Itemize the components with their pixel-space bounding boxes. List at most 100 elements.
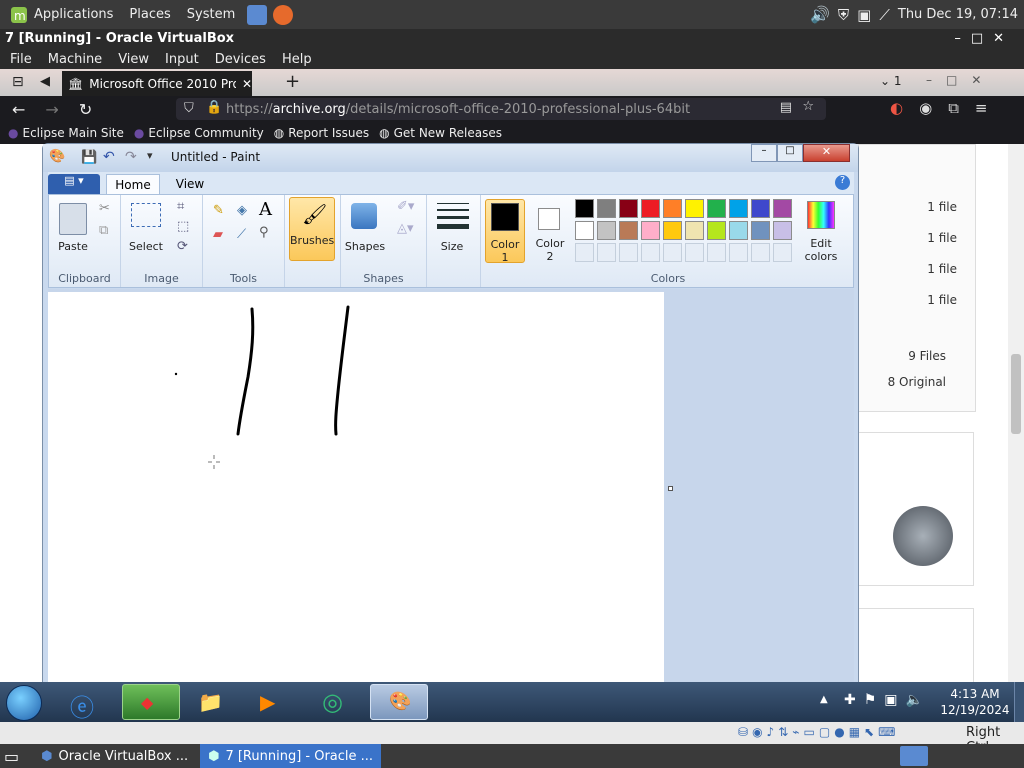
avatar[interactable]	[893, 506, 953, 566]
resize-handle[interactable]	[668, 486, 673, 491]
palette-swatch[interactable]	[751, 221, 770, 240]
select-icon[interactable]	[131, 203, 161, 227]
vbox-window-controls[interactable]: –□✕	[954, 29, 1014, 49]
resize-icon[interactable]: ⬚	[177, 219, 189, 234]
size-icon[interactable]	[437, 203, 469, 229]
tab-count-badge[interactable]: ⌄ 1	[880, 74, 902, 88]
places-menu[interactable]: Places	[129, 7, 170, 22]
show-hidden-icons[interactable]: ▲	[820, 694, 828, 705]
palette-swatch[interactable]	[707, 221, 726, 240]
size-button[interactable]: Size	[431, 240, 473, 253]
fill-shape-icon[interactable]: ◬▾	[397, 221, 414, 236]
palette-swatch[interactable]	[663, 199, 682, 218]
hamburger-menu-icon[interactable]: ≡	[975, 99, 988, 117]
palette-swatch[interactable]	[685, 199, 704, 218]
custom-color-slot[interactable]	[597, 243, 616, 262]
network-icon[interactable]: ▣	[884, 692, 897, 708]
scrollbar-thumb[interactable]	[1011, 354, 1021, 434]
magnifier-icon[interactable]: ⚲	[259, 225, 269, 240]
maximize-button[interactable]: □	[777, 144, 803, 162]
files-original[interactable]: 8 Original	[888, 375, 946, 389]
files-total[interactable]: 9 Files	[908, 349, 946, 363]
custom-color-slot[interactable]	[751, 243, 770, 262]
palette-swatch[interactable]	[773, 221, 792, 240]
eraser-icon[interactable]: ▰	[213, 227, 223, 242]
bookmark-eclipse-community[interactable]: ● Eclipse Community	[134, 126, 264, 140]
save-icon[interactable]: 💾	[81, 150, 97, 165]
reload-icon[interactable]: ↻	[79, 100, 92, 119]
taskbar-item-virtualbox[interactable]: ⬢ Oracle VirtualBox ...	[33, 744, 196, 768]
color2-button[interactable]: Color 2	[531, 199, 571, 263]
palette-swatch[interactable]	[773, 199, 792, 218]
paint-app-icon[interactable]: 🎨	[49, 149, 65, 164]
media-player-icon[interactable]: ▶	[260, 690, 275, 714]
pencil-icon[interactable]: ✎	[213, 203, 224, 218]
shared-folders-icon[interactable]: ▭	[804, 725, 815, 739]
network-status-icon[interactable]: ⇅	[778, 725, 788, 739]
clock[interactable]: Thu Dec 19, 07:14	[898, 7, 1018, 22]
menu-file[interactable]: File	[10, 52, 32, 67]
palette-swatch[interactable]	[641, 221, 660, 240]
extension-icon[interactable]: ◐	[890, 99, 903, 117]
file-row-count[interactable]: 1 file	[862, 231, 957, 245]
browser-window-controls[interactable]: –□✕	[926, 73, 995, 87]
copy-icon[interactable]: ⧉	[99, 223, 108, 238]
launcher-icon[interactable]	[247, 4, 268, 25]
firefox-launcher-icon[interactable]	[273, 4, 294, 25]
file-row-count[interactable]: 1 file	[862, 293, 957, 307]
action-center-icon[interactable]: ⚑	[864, 692, 877, 708]
forward-icon[interactable]: →	[45, 100, 58, 119]
palette-swatch[interactable]	[619, 199, 638, 218]
menu-help[interactable]: Help	[282, 52, 312, 67]
cpu-icon[interactable]: ▦	[849, 725, 860, 739]
select-button[interactable]: Select	[125, 240, 167, 253]
palette-swatch[interactable]	[619, 221, 638, 240]
palette-swatch[interactable]	[575, 199, 594, 218]
palette-swatch[interactable]	[575, 221, 594, 240]
crop-icon[interactable]: ⌗	[177, 199, 184, 214]
start-button[interactable]	[6, 685, 42, 721]
menu-input[interactable]: Input	[165, 52, 199, 67]
shield-icon[interactable]: ⛨	[838, 6, 849, 24]
tab-close-icon[interactable]: ✕	[242, 77, 252, 91]
undo-icon[interactable]: ↶	[103, 149, 115, 165]
url-field[interactable]: ⛉ 🔒 https://archive.org/details/microsof…	[176, 98, 826, 120]
reader-view-icon[interactable]: ▤	[780, 100, 792, 115]
tracking-shield-icon[interactable]: ⛉	[184, 101, 194, 116]
custom-color-slot[interactable]	[685, 243, 704, 262]
bookmark-get-new-releases[interactable]: ◍ Get New Releases	[379, 126, 502, 140]
drawing-canvas[interactable]	[48, 292, 673, 684]
internet-explorer-icon[interactable]: ⓔ	[70, 688, 94, 723]
cut-icon[interactable]: ✂	[99, 201, 110, 216]
applications-menu[interactable]: m Applications	[10, 6, 113, 24]
keyboard-icon[interactable]: ⌨	[878, 725, 895, 739]
audio-icon[interactable]: ♪	[767, 725, 775, 739]
taskbar-app-active[interactable]: ◆	[122, 684, 180, 720]
taskbar-paint[interactable]: 🎨	[370, 684, 428, 720]
palette-swatch[interactable]	[597, 221, 616, 240]
help-icon[interactable]: ?	[835, 175, 850, 190]
tab-archive[interactable]: 🏛 Microsoft Office 2010 Profes ✕	[62, 71, 252, 96]
custom-color-slot[interactable]	[619, 243, 638, 262]
color-picker-icon[interactable]: ⟋	[237, 227, 246, 242]
fill-icon[interactable]: ◈	[237, 203, 247, 218]
outline-icon[interactable]: ✐▾	[397, 199, 414, 214]
custom-color-slot[interactable]	[773, 243, 792, 262]
tab-view[interactable]: View	[170, 174, 210, 194]
custom-color-slot[interactable]	[707, 243, 726, 262]
show-desktop-icon[interactable]: ▭	[4, 747, 19, 766]
rotate-icon[interactable]: ⟳	[177, 239, 188, 254]
paste-icon[interactable]	[59, 203, 87, 235]
system-menu[interactable]: System	[187, 7, 235, 22]
tab-list-icon[interactable]: ⊟	[12, 74, 24, 90]
bookmark-eclipse-main[interactable]: ● Eclipse Main Site	[8, 126, 124, 140]
brushes-button[interactable]: 🖌 Brushes	[289, 197, 335, 261]
palette-swatch[interactable]	[729, 221, 748, 240]
vm-clock[interactable]: 4:13 AM 12/19/2024	[940, 686, 1010, 718]
paste-button[interactable]: Paste	[53, 240, 93, 253]
edit-colors-button[interactable]: Edit colors	[799, 199, 841, 263]
recording-icon[interactable]: ●	[834, 725, 844, 739]
custom-color-slot[interactable]	[729, 243, 748, 262]
usb-icon[interactable]: ⌁	[792, 725, 799, 739]
tab-scroll-left-icon[interactable]: ◀	[40, 74, 50, 89]
